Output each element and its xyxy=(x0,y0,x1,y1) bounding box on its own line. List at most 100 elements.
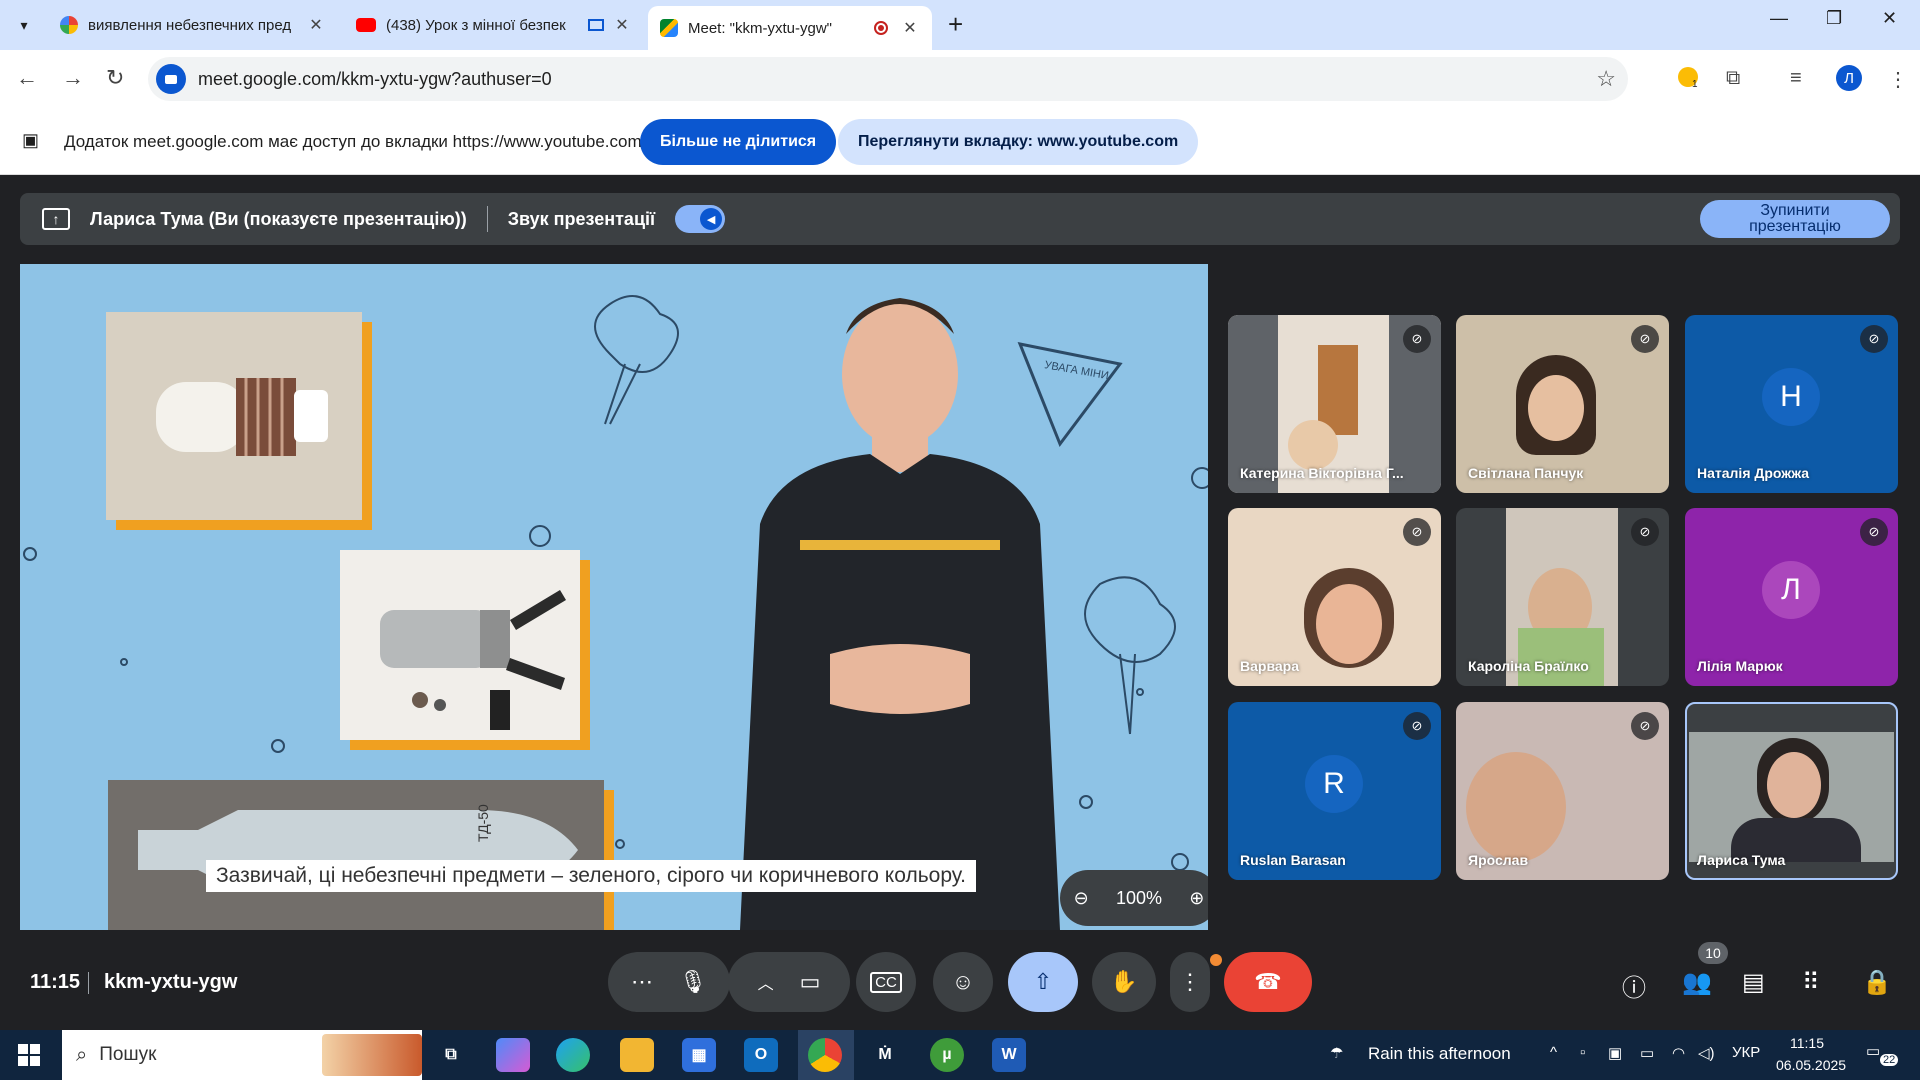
copilot-icon[interactable] xyxy=(496,1038,530,1072)
more-options-icon[interactable]: ⋯ xyxy=(631,969,653,995)
language-indicator[interactable]: УКР xyxy=(1732,1044,1760,1061)
browser-tab-meet[interactable]: Meet: "kkm-yxtu-ygw" ✕ xyxy=(648,6,932,50)
view-tab-label: Переглянути вкладку: www.youtube.com xyxy=(858,133,1179,150)
host-controls-icon[interactable]: 🔒 xyxy=(1862,968,1892,997)
task-view-icon[interactable]: ⧉ xyxy=(434,1038,468,1072)
close-window-icon[interactable]: ✕ xyxy=(1882,8,1897,29)
extension-icon[interactable]: 1 xyxy=(1678,67,1698,93)
avatar: Л xyxy=(1762,561,1820,619)
chrome-icon[interactable] xyxy=(808,1038,842,1072)
tab-title: (438) Урок з мінної безпек xyxy=(386,16,566,34)
present-button[interactable]: ⇧ xyxy=(1008,952,1078,1012)
self-participant-tile[interactable]: Лариса Тума xyxy=(1685,702,1898,880)
zoom-in-icon[interactable]: ⊕ xyxy=(1189,888,1204,909)
forward-icon[interactable]: → xyxy=(62,66,84,90)
profile-initial: Л xyxy=(1844,69,1854,87)
instructor-video xyxy=(740,298,1060,930)
camera-control[interactable]: ︿ ▭ xyxy=(728,952,850,1012)
browser-tab-google[interactable]: виявлення небезпечних пред ✕ xyxy=(48,6,338,44)
divider xyxy=(88,972,89,994)
more-options-button[interactable]: ⋮ xyxy=(1170,952,1210,1012)
windows-start-icon[interactable] xyxy=(18,1044,40,1066)
munition-photo-3: ТД-50 xyxy=(108,780,604,930)
meet-camera-icon[interactable] xyxy=(156,64,186,94)
meet-tray-icon[interactable]: ▣ xyxy=(1608,1044,1622,1062)
edge-icon[interactable] xyxy=(556,1038,590,1072)
people-icon[interactable]: 👥 xyxy=(1682,968,1712,997)
bookmark-star-icon[interactable]: ☆ xyxy=(1596,66,1616,92)
view-tab-button[interactable]: Переглянути вкладку: www.youtube.com xyxy=(838,119,1199,165)
zoom-control: ⊖ 100% ⊕ xyxy=(1060,870,1208,926)
google-icon xyxy=(60,16,78,34)
utorrent-icon[interactable]: µ xyxy=(930,1038,964,1072)
notification-count: 22 xyxy=(1880,1054,1899,1066)
participant-name: Лариса Тума xyxy=(1697,852,1786,868)
raise-hand-button[interactable]: ✋ xyxy=(1092,952,1156,1012)
url-text[interactable]: meet.google.com/kkm-yxtu-ygw?authuser=0 xyxy=(198,69,552,90)
weather-text[interactable]: Rain this afternoon xyxy=(1368,1044,1511,1064)
menu-kebab-icon[interactable]: ⋮ xyxy=(1888,67,1908,92)
participant-tile[interactable]: R ⊘ Ruslan Barasan xyxy=(1228,702,1441,880)
close-icon[interactable]: ✕ xyxy=(612,15,632,35)
captions-button[interactable]: CC xyxy=(856,952,916,1012)
stop-presenting-button[interactable]: Зупинити презентацію xyxy=(1700,200,1890,238)
back-icon[interactable]: ← xyxy=(16,66,38,90)
reactions-button[interactable]: ☺ xyxy=(933,952,993,1012)
media-control-icon[interactable]: ≡ xyxy=(1790,67,1802,90)
tray-chevron-icon[interactable]: ^ xyxy=(1550,1044,1557,1061)
clock-date[interactable]: 06.05.2025 xyxy=(1776,1057,1846,1073)
app-m-icon[interactable]: Ṁ xyxy=(868,1038,902,1072)
search-placeholder: Пошук xyxy=(99,1044,157,1065)
new-tab-button[interactable]: + xyxy=(948,10,963,38)
presentation-audio-toggle[interactable]: ◀ xyxy=(675,205,726,233)
chevron-up-icon[interactable]: ︿ xyxy=(758,970,774,994)
meeting-details-icon[interactable]: ⓘ xyxy=(1622,968,1646,1003)
close-icon[interactable]: ✕ xyxy=(900,18,920,38)
word-icon[interactable]: W xyxy=(992,1038,1026,1072)
participant-tile[interactable]: ⊘ Світлана Панчук xyxy=(1456,315,1669,493)
presentation-audio-label: Звук презентації xyxy=(507,208,656,229)
presenter-label: Лариса Тума (Ви (показуєте презентацію)) xyxy=(90,208,467,229)
participant-tile[interactable]: ⊘ Ярослав xyxy=(1456,702,1669,880)
taskbar-search[interactable]: ⌕ Пошук xyxy=(62,1030,422,1080)
clock-time[interactable]: 11:15 xyxy=(1790,1035,1824,1051)
reload-icon[interactable]: ↻ xyxy=(106,66,124,90)
participant-tile[interactable]: ⊘ Катерина Вікторівна Г... xyxy=(1228,315,1441,493)
extensions-puzzle-icon[interactable]: ⧉ xyxy=(1726,67,1740,90)
chat-icon[interactable]: ▤ xyxy=(1742,968,1765,997)
stop-sharing-button[interactable]: Більше не ділитися xyxy=(640,119,837,165)
participant-tile[interactable]: Л ⊘ Лілія Марюк xyxy=(1685,508,1898,686)
volume-icon[interactable]: ◁) xyxy=(1698,1044,1715,1062)
microphone-icon[interactable]: 🎙 xyxy=(679,969,707,995)
close-icon[interactable]: ✕ xyxy=(306,15,326,35)
participant-count: 10 xyxy=(1705,945,1721,961)
tray-app-icon[interactable]: ▫ xyxy=(1580,1044,1585,1061)
avatar: Н xyxy=(1762,368,1820,426)
microphone-control[interactable]: ⋯ 🎙 xyxy=(608,952,730,1012)
munition-photo-2 xyxy=(340,550,580,740)
browser-tab-youtube[interactable]: (438) Урок з мінної безпек ✕ xyxy=(344,6,644,44)
zoom-out-icon[interactable]: ⊖ xyxy=(1074,888,1089,909)
avatar-initial: R xyxy=(1323,767,1345,800)
battery-icon[interactable]: ▭ xyxy=(1640,1044,1654,1062)
outlook-icon[interactable]: O xyxy=(744,1038,778,1072)
mic-off-icon: ⊘ xyxy=(1403,518,1431,546)
tab-search-button[interactable]: ▾ xyxy=(8,10,40,40)
chevron-down-icon: ▾ xyxy=(20,16,28,33)
leave-call-button[interactable]: ☎ xyxy=(1224,952,1312,1012)
file-explorer-icon[interactable] xyxy=(620,1038,654,1072)
weather-icon[interactable]: ☂ xyxy=(1330,1044,1343,1062)
wifi-icon[interactable]: ◠ xyxy=(1672,1044,1685,1062)
address-bar[interactable]: meet.google.com/kkm-yxtu-ygw?authuser=0 … xyxy=(148,57,1628,101)
camera-icon[interactable]: ▭ xyxy=(800,969,821,995)
participant-tile[interactable]: ⊘ Кароліна Браїлко xyxy=(1456,508,1669,686)
activities-grid-icon[interactable]: ⠿ xyxy=(1802,968,1820,997)
participant-tile[interactable]: Н ⊘ Наталія Дрожжа xyxy=(1685,315,1898,493)
store-icon[interactable]: ▦ xyxy=(682,1038,716,1072)
mortar-round-icon: ТД-50 xyxy=(138,804,578,890)
participant-tile[interactable]: ⊘ Варвара xyxy=(1228,508,1441,686)
restore-icon[interactable]: ❐ xyxy=(1826,8,1842,29)
notifications-icon[interactable]: ▭ xyxy=(1866,1042,1880,1060)
profile-avatar[interactable]: Л xyxy=(1836,65,1862,91)
minimize-icon[interactable]: — xyxy=(1770,8,1788,29)
